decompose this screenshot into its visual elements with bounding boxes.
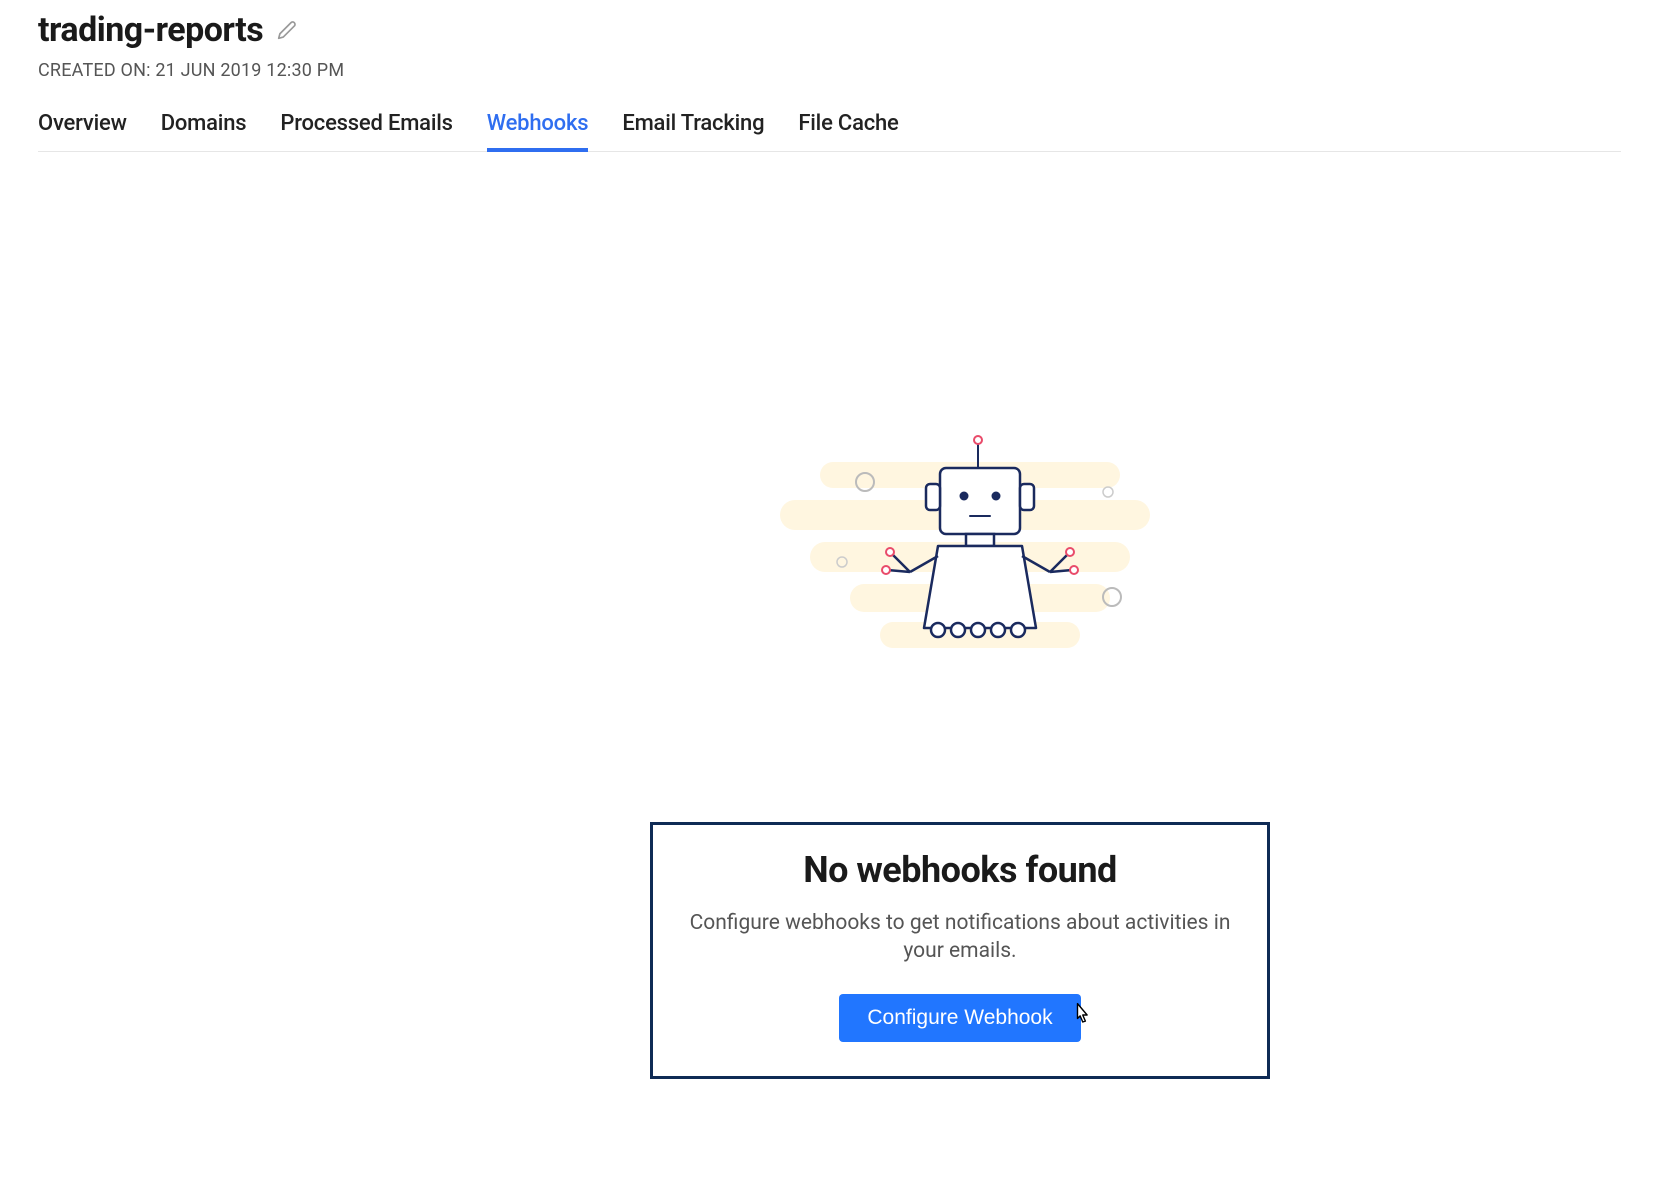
tabs-nav: Overview Domains Processed Emails Webhoo… (38, 105, 1621, 152)
tab-domains[interactable]: Domains (161, 105, 247, 152)
page-header: trading-reports CREATED ON: 21 JUN 2019 … (0, 0, 1659, 152)
tab-overview[interactable]: Overview (38, 105, 127, 152)
empty-state-description: Configure webhooks to get notifications … (673, 909, 1247, 966)
tab-email-tracking[interactable]: Email Tracking (622, 105, 764, 152)
tab-processed-emails[interactable]: Processed Emails (280, 105, 452, 152)
page-title: trading-reports (38, 10, 263, 50)
tab-file-cache[interactable]: File Cache (798, 105, 898, 152)
edit-icon[interactable] (277, 20, 297, 40)
empty-state-title: No webhooks found (673, 849, 1247, 891)
created-on-label: CREATED ON: 21 JUN 2019 12:30 PM (38, 60, 1621, 81)
empty-state-callout: No webhooks found Configure webhooks to … (650, 822, 1270, 1079)
title-row: trading-reports (38, 10, 1621, 50)
tab-webhooks[interactable]: Webhooks (487, 105, 589, 152)
content-area: No webhooks found Configure webhooks to … (0, 152, 1659, 1162)
robot-illustration (760, 422, 1180, 672)
configure-webhook-button[interactable]: Configure Webhook (839, 994, 1080, 1042)
